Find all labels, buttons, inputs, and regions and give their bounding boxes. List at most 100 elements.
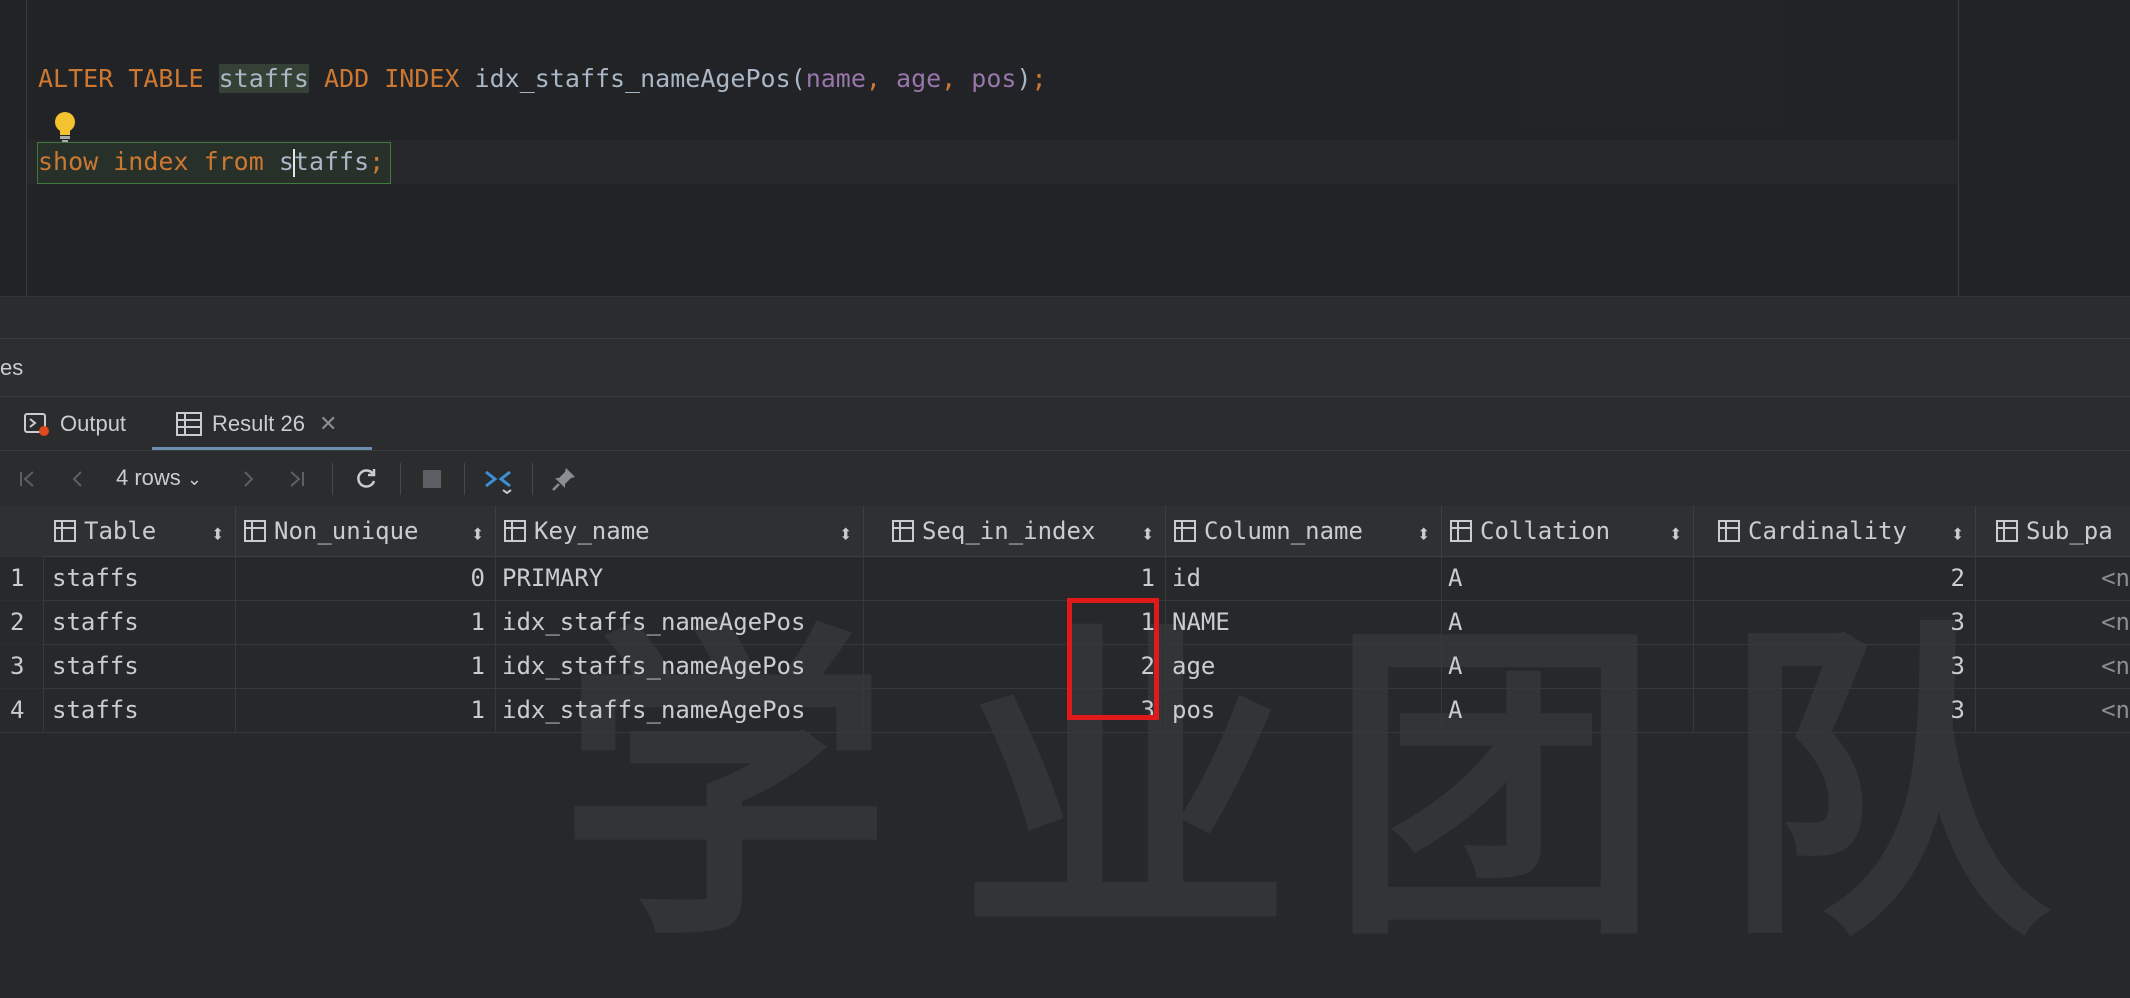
cell-column-name[interactable]: id	[1166, 556, 1442, 600]
first-page-icon[interactable]	[12, 463, 44, 495]
toolbar-separator	[464, 463, 465, 495]
cell-seq-in-index[interactable]: 1	[864, 556, 1166, 600]
row-number: 4	[0, 688, 44, 732]
column-header-sub-part[interactable]: Sub_pa	[1976, 506, 2130, 556]
row-number: 3	[0, 644, 44, 688]
lightbulb-icon[interactable]	[52, 110, 78, 144]
cell-table[interactable]: staffs	[46, 644, 236, 688]
services-title: es	[0, 355, 24, 380]
stop-icon[interactable]	[416, 463, 448, 495]
rows-count-dropdown[interactable]: 4 rows ⌄	[116, 465, 202, 491]
cell-key-name[interactable]: PRIMARY	[496, 556, 864, 600]
cell-cardinality[interactable]: 2	[1694, 556, 1976, 600]
code-line-2[interactable]: show index from staffs;	[38, 145, 384, 179]
rows-count-label: 4 rows	[116, 465, 181, 490]
identifier-table: staffs	[218, 64, 309, 93]
compare-arrows-icon[interactable]	[482, 463, 514, 495]
services-header: es	[0, 338, 2130, 397]
column-name-ident: name	[805, 64, 866, 93]
sort-icon[interactable]: ⬍	[471, 520, 485, 548]
keyword-add-index: ADD INDEX	[324, 64, 460, 93]
sort-icon[interactable]: ⬍	[1669, 520, 1683, 548]
column-header-label: Key_name	[534, 517, 650, 545]
column-icon	[1450, 520, 1472, 542]
tab-output[interactable]: Output	[24, 397, 126, 451]
previous-page-icon[interactable]	[62, 463, 94, 495]
cell-sub-part[interactable]: <n	[1976, 688, 2130, 732]
sort-icon[interactable]: ⬍	[1417, 520, 1431, 548]
cell-column-name[interactable]: pos	[1166, 688, 1442, 732]
cell-collation[interactable]: A	[1442, 600, 1694, 644]
column-icon	[504, 520, 526, 542]
last-page-icon[interactable]	[280, 463, 312, 495]
tab-result-26[interactable]: Result 26 ✕	[176, 397, 337, 451]
cell-non-unique[interactable]: 0	[236, 556, 496, 600]
cell-table[interactable]: staffs	[46, 556, 236, 600]
cell-non-unique[interactable]: 1	[236, 688, 496, 732]
column-header-seq-in-index[interactable]: Seq_in_index ⬍	[864, 506, 1166, 556]
cell-table[interactable]: staffs	[46, 688, 236, 732]
semicolon: ;	[1031, 64, 1047, 93]
cell-cardinality[interactable]: 3	[1694, 644, 1976, 688]
column-header-label: Column_name	[1204, 517, 1363, 545]
sql-editor[interactable]: ALTER TABLE staffs ADD INDEX idx_staffs_…	[0, 0, 2130, 296]
result-tabs: Output Result 26 ✕	[0, 396, 2130, 451]
row-number: 2	[0, 600, 44, 644]
sort-icon[interactable]: ⬍	[1951, 520, 1965, 548]
column-header-key-name[interactable]: Key_name ⬍	[496, 506, 864, 556]
column-header-non-unique[interactable]: Non_unique ⬍	[236, 506, 496, 556]
column-header-label: Collation	[1480, 517, 1611, 545]
right-margin-guide	[1958, 0, 1959, 296]
column-icon	[1718, 520, 1740, 542]
comma: ,	[865, 64, 897, 93]
column-pos-ident: pos	[971, 64, 1017, 93]
toolbar-separator	[332, 463, 333, 495]
column-header-collation[interactable]: Collation ⬍	[1442, 506, 1694, 556]
identifier-table-part1: s	[278, 147, 294, 176]
keyword-show-index-from: show index from	[38, 147, 264, 176]
toolbar-separator	[532, 463, 533, 495]
sort-icon[interactable]: ⬍	[839, 520, 853, 548]
column-header-label: Seq_in_index	[922, 517, 1096, 545]
column-header-cardinality[interactable]: Cardinality ⬍	[1694, 506, 1976, 556]
refresh-icon[interactable]	[350, 463, 382, 495]
cell-sub-part[interactable]: <n	[1976, 644, 2130, 688]
row-number: 1	[0, 556, 44, 600]
next-page-icon[interactable]	[232, 463, 264, 495]
cell-key-name[interactable]: idx_staffs_nameAgePos	[496, 688, 864, 732]
seq-in-index-highlight-box	[1067, 598, 1159, 720]
cell-table[interactable]: staffs	[46, 600, 236, 644]
pin-icon[interactable]	[548, 463, 580, 495]
cell-sub-part[interactable]: <n	[1976, 600, 2130, 644]
column-icon	[244, 520, 266, 542]
cell-cardinality[interactable]: 3	[1694, 688, 1976, 732]
sort-icon[interactable]: ⬍	[1141, 520, 1155, 548]
cell-non-unique[interactable]: 1	[236, 644, 496, 688]
cell-sub-part[interactable]: <n	[1976, 556, 2130, 600]
cell-cardinality[interactable]: 3	[1694, 600, 1976, 644]
cell-collation[interactable]: A	[1442, 688, 1694, 732]
column-header-table[interactable]: Table ⬍	[46, 506, 236, 556]
column-header-label: Table	[84, 517, 157, 545]
chevron-down-icon: ⌄	[186, 469, 203, 489]
close-icon[interactable]: ✕	[319, 411, 337, 437]
table-row[interactable]: 3 staffs 1 idx_staffs_nameAgePos 2 age A…	[0, 644, 2130, 689]
cell-non-unique[interactable]: 1	[236, 600, 496, 644]
column-header-label: Sub_pa	[2026, 517, 2113, 545]
table-row[interactable]: 2 staffs 1 idx_staffs_nameAgePos 1 NAME …	[0, 600, 2130, 645]
cell-column-name[interactable]: NAME	[1166, 600, 1442, 644]
cell-collation[interactable]: A	[1442, 556, 1694, 600]
semicolon: ;	[369, 147, 385, 176]
cell-collation[interactable]: A	[1442, 644, 1694, 688]
panel-splitter[interactable]	[0, 296, 2130, 339]
table-row[interactable]: 1 staffs 0 PRIMARY 1 id A 2 <n	[0, 556, 2130, 601]
cell-column-name[interactable]: age	[1166, 644, 1442, 688]
column-header-column-name[interactable]: Column_name ⬍	[1166, 506, 1442, 556]
cell-key-name[interactable]: idx_staffs_nameAgePos	[496, 644, 864, 688]
paren-close: )	[1016, 64, 1032, 93]
table-row[interactable]: 4 staffs 1 idx_staffs_nameAgePos 3 pos A…	[0, 688, 2130, 733]
cell-key-name[interactable]: idx_staffs_nameAgePos	[496, 600, 864, 644]
code-line-1[interactable]: ALTER TABLE staffs ADD INDEX idx_staffs_…	[38, 62, 1047, 96]
sort-icon[interactable]: ⬍	[211, 520, 225, 548]
tab-result-label: Result 26	[212, 411, 305, 436]
